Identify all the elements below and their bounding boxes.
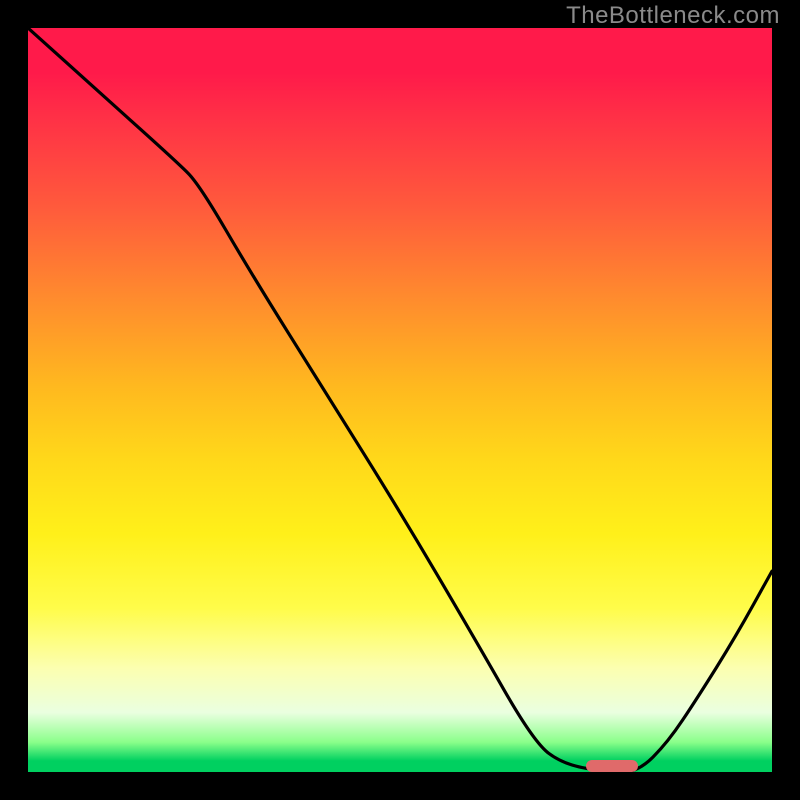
- chart-container: TheBottleneck.com: [0, 0, 800, 800]
- bottleneck-curve: [28, 28, 772, 772]
- plot-area: [28, 28, 772, 772]
- watermark-text: TheBottleneck.com: [566, 2, 780, 30]
- optimum-marker: [586, 760, 638, 772]
